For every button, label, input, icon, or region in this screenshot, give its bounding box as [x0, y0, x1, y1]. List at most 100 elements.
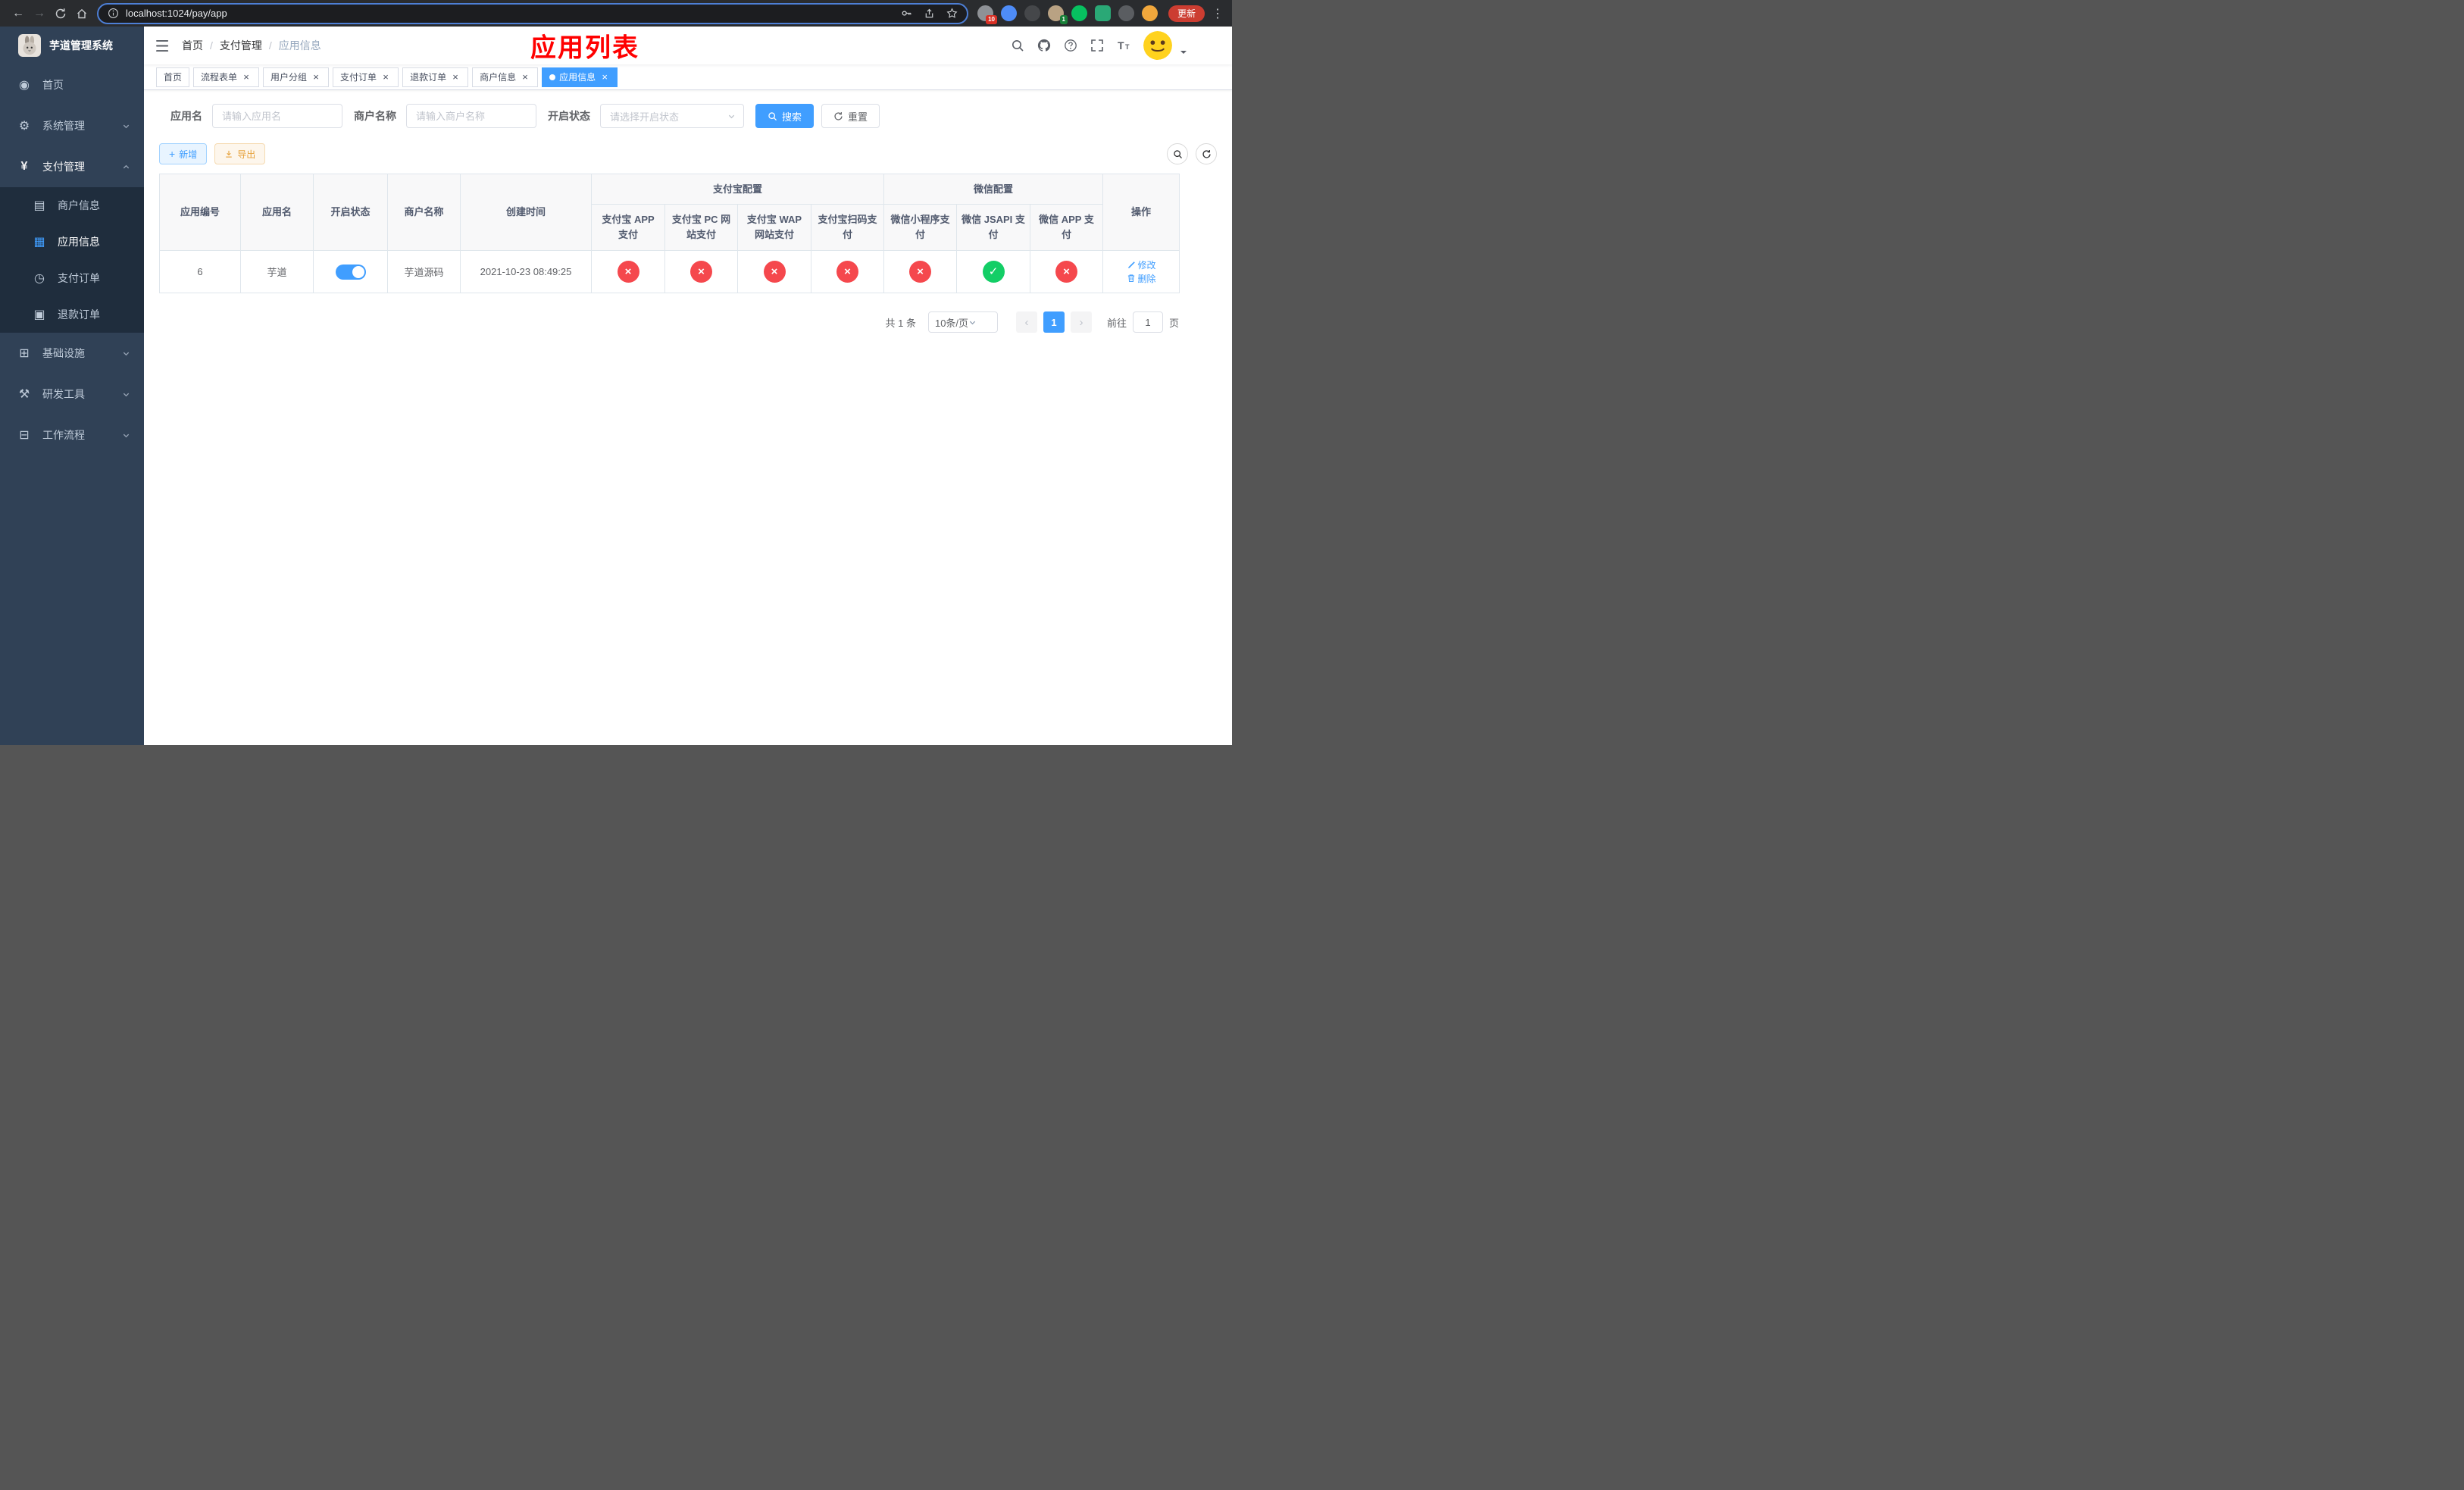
goto-page-input[interactable]	[1132, 311, 1163, 333]
browser-address-bar[interactable]: localhost:1024/pay/app	[97, 2, 968, 24]
reload-icon	[55, 8, 66, 18]
cell-alipay-app: ×	[591, 250, 665, 293]
filter-form: 应用名 商户名称 开启状态 请选择开启状态	[159, 104, 1217, 128]
col-group-alipay: 支付宝配置	[590, 174, 885, 205]
dashboard-icon: ◉	[19, 79, 30, 92]
tab-user-group[interactable]: 用户分组 ×	[263, 67, 330, 87]
export-button[interactable]: 导出	[214, 143, 266, 164]
font-size-icon[interactable]: TT	[1117, 39, 1130, 52]
page-size-select[interactable]: 10条/页	[927, 311, 998, 333]
extension-icon-3[interactable]	[1024, 5, 1040, 21]
github-icon[interactable]	[1037, 39, 1051, 52]
page-number-button[interactable]: 1	[1043, 311, 1065, 333]
col-actions: 操作	[1102, 174, 1180, 251]
browser-reload-button[interactable]	[50, 3, 71, 24]
sidebar-item-infrastructure[interactable]: ⊞ 基础设施	[0, 333, 144, 374]
share-icon[interactable]	[924, 8, 935, 19]
chevron-down-icon	[122, 349, 130, 358]
sidebar-item-app-info[interactable]: ▦ 应用信息	[0, 224, 144, 260]
sidebar-item-dev-tools[interactable]: ⚒ 研发工具	[0, 374, 144, 415]
reset-button[interactable]: 重置	[821, 104, 880, 128]
refresh-icon	[834, 111, 843, 121]
extension-icon-7[interactable]	[1118, 5, 1134, 21]
cell-wechat-jsapi: ✓	[956, 250, 1031, 293]
page-content: 应用名 商户名称 开启状态 请选择开启状态	[144, 90, 1232, 745]
breadcrumb-home[interactable]: 首页	[182, 38, 203, 53]
extension-icon-1[interactable]: 10	[977, 5, 997, 24]
chevron-up-icon	[122, 163, 130, 171]
sidebar-menu: ◉ 首页 ⚙ 系统管理 ¥ 支付管理 ▤ 商户信息 ▦ 应用信息 ◷ 支付订单 …	[0, 64, 144, 455]
extension-icon-5[interactable]	[1071, 5, 1087, 21]
sidebar-item-pay-order[interactable]: ◷ 支付订单	[0, 260, 144, 296]
cell-merchant-name: 芋道源码	[387, 250, 461, 293]
toggle-search-button[interactable]	[1167, 143, 1188, 164]
extension-icon-8[interactable]	[1141, 5, 1158, 21]
breadcrumb-app-info: 应用信息	[278, 39, 321, 52]
tab-home[interactable]: 首页	[156, 67, 190, 87]
extension-icon-6[interactable]	[1094, 5, 1111, 21]
status-label: 开启状态	[548, 110, 590, 122]
password-key-icon[interactable]	[901, 8, 912, 19]
site-info-icon[interactable]	[108, 8, 119, 19]
status-select[interactable]: 请选择开启状态	[600, 104, 744, 128]
active-tab-dot	[549, 74, 556, 80]
delete-button[interactable]: 删除	[1127, 272, 1156, 285]
prev-page-button[interactable]: ‹	[1015, 311, 1037, 333]
browser-home-button[interactable]	[71, 3, 92, 24]
browser-forward-button[interactable]: →	[29, 3, 50, 24]
merchant-name-label: 商户名称	[354, 110, 396, 122]
refresh-table-button[interactable]	[1196, 143, 1217, 164]
table-row: 6 芋道 芋道源码 2021-10-23 08:49:25 × × × × ×	[159, 250, 1180, 293]
close-icon[interactable]: ×	[311, 72, 321, 83]
app-name-input[interactable]	[212, 104, 342, 128]
tab-refund-order[interactable]: 退款订单 ×	[402, 67, 469, 87]
avatar-caret-icon[interactable]	[1179, 47, 1188, 56]
sidebar-item-refund-order[interactable]: ▣ 退款订单	[0, 296, 144, 333]
breadcrumb: 首页 / 支付管理 / 应用信息	[182, 38, 321, 53]
close-icon[interactable]: ×	[520, 72, 530, 83]
infrastructure-icon: ⊞	[19, 347, 30, 360]
status-toggle[interactable]	[335, 264, 366, 280]
hamburger-icon[interactable]	[144, 27, 182, 64]
edit-button[interactable]: 修改	[1127, 258, 1156, 271]
home-icon	[77, 8, 86, 18]
extension-icon-4[interactable]: 1	[1047, 5, 1068, 24]
sidebar-item-system[interactable]: ⚙ 系统管理	[0, 105, 144, 146]
close-icon[interactable]: ×	[380, 72, 391, 83]
help-icon[interactable]	[1064, 39, 1077, 52]
extension-icon-2[interactable]	[1000, 5, 1017, 21]
sidebar: 芋道管理系统 ◉ 首页 ⚙ 系统管理 ¥ 支付管理 ▤ 商户信息 ▦ 应用信息 …	[0, 27, 144, 745]
search-button[interactable]: 搜索	[755, 104, 815, 128]
status-cross-icon: ×	[1055, 261, 1078, 283]
app-table: 应用编号 应用名 开启状态 商户名称 创建时间 支付宝配置 微信配置 操作 支付…	[159, 174, 1180, 293]
sidebar-item-home[interactable]: ◉ 首页	[0, 64, 144, 105]
browser-menu-button[interactable]: ⋮	[1211, 6, 1224, 21]
close-icon[interactable]: ×	[450, 72, 461, 83]
goto-unit: 页	[1168, 317, 1179, 329]
next-page-button[interactable]: ›	[1070, 311, 1092, 333]
sidebar-item-workflow[interactable]: ⊟ 工作流程	[0, 415, 144, 455]
tab-process-form[interactable]: 流程表单 ×	[193, 67, 260, 87]
tab-merchant-info[interactable]: 商户信息 ×	[472, 67, 539, 87]
page-title-annotation: 应用列表	[530, 33, 639, 63]
breadcrumb-payment[interactable]: 支付管理	[220, 38, 262, 53]
user-avatar[interactable]	[1143, 31, 1172, 60]
close-icon[interactable]: ×	[241, 72, 252, 83]
search-icon[interactable]	[1011, 39, 1024, 52]
bookmark-star-icon[interactable]	[946, 8, 958, 19]
col-status: 开启状态	[313, 174, 388, 251]
add-button[interactable]: + 新增	[159, 143, 208, 164]
browser-back-button[interactable]: ←	[8, 3, 29, 24]
col-group-wechat: 微信配置	[883, 174, 1104, 205]
chevron-down-icon	[122, 431, 130, 440]
extension-badge-2: 1	[1059, 15, 1068, 24]
col-create-time: 创建时间	[460, 174, 592, 251]
sidebar-item-payment[interactable]: ¥ 支付管理	[0, 146, 144, 187]
browser-update-button[interactable]: 更新	[1168, 5, 1205, 22]
merchant-name-input[interactable]	[406, 104, 536, 128]
close-icon[interactable]: ×	[599, 72, 610, 83]
tab-pay-order[interactable]: 支付订单 ×	[333, 67, 399, 87]
sidebar-item-merchant-info[interactable]: ▤ 商户信息	[0, 187, 144, 224]
tab-app-info[interactable]: 应用信息 ×	[542, 67, 618, 87]
fullscreen-icon[interactable]	[1090, 39, 1104, 52]
